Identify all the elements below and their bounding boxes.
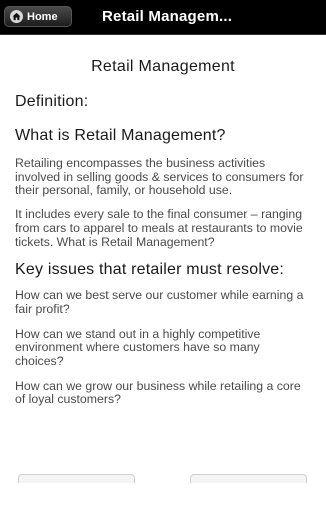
question-item: How can we stand out in a highly competi…: [15, 326, 261, 369]
home-icon: [10, 10, 23, 23]
key-issues-heading: Key issues that retailer must resolve:: [15, 261, 285, 279]
header-bar: Home Retail Managem...: [0, 0, 326, 35]
question-item: How can we best serve our customer while…: [15, 288, 304, 316]
home-label: Home: [27, 10, 58, 23]
scope-paragraph: It includes every sale to the final cons…: [15, 207, 303, 249]
question-item: How can we grow our business while retai…: [15, 378, 301, 407]
home-button[interactable]: Home: [4, 6, 72, 27]
bottom-button-left[interactable]: [18, 474, 135, 483]
definition-heading: Definition:: [15, 93, 89, 110]
definition-paragraph: Retailing encompasses the business activ…: [15, 156, 304, 198]
bottom-button-right[interactable]: [190, 474, 307, 483]
page-title: Retail Management: [91, 58, 235, 75]
what-heading: What is Retail Management?: [15, 127, 226, 144]
header-title: Retail Managem...: [102, 8, 233, 25]
article-content[interactable]: Retail Management Definition: What is Re…: [0, 35, 326, 512]
